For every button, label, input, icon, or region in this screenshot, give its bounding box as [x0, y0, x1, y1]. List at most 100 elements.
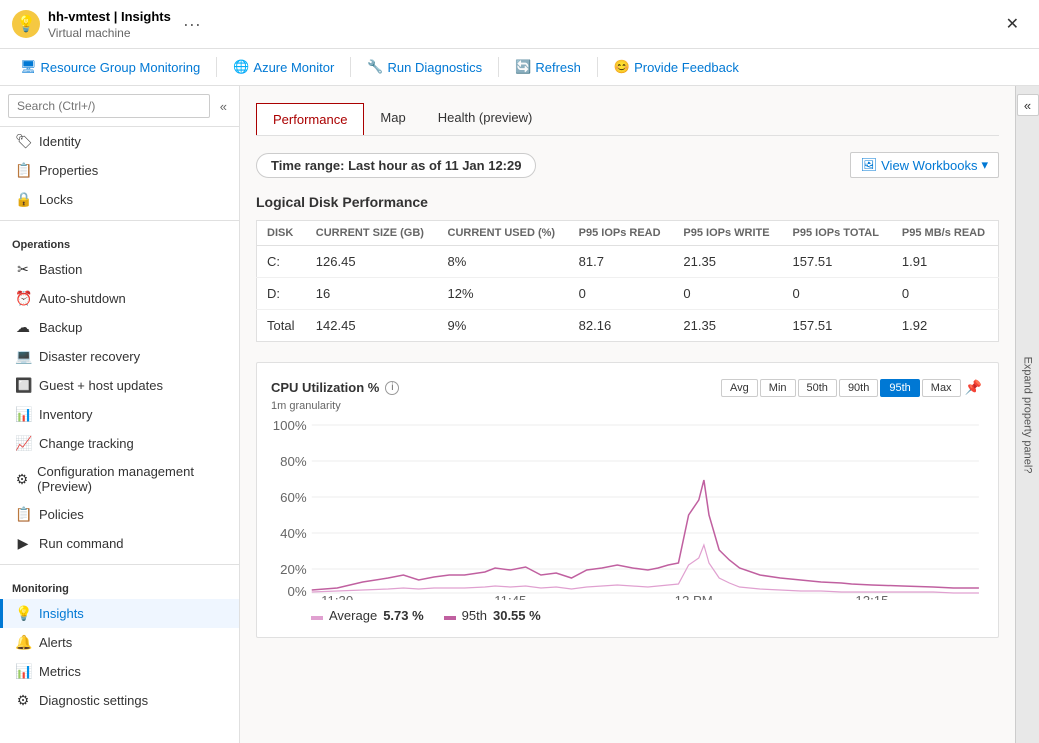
- tabs: Performance Map Health (preview): [256, 102, 999, 136]
- vm-icon: 💡: [12, 10, 40, 38]
- disaster-recovery-icon: 💻: [15, 348, 31, 365]
- main-container: « 🏷 Identity 📋 Properties 🔒 Locks Operat…: [0, 86, 1039, 743]
- diagnostics-icon: 🔧: [367, 59, 383, 75]
- bastion-label: Bastion: [39, 262, 82, 277]
- cell-disk: Total: [257, 310, 306, 342]
- sidebar: « 🏷 Identity 📋 Properties 🔒 Locks Operat…: [0, 86, 240, 743]
- alerts-icon: 🔔: [15, 634, 31, 651]
- sidebar-divider-2: [0, 564, 239, 565]
- run-diagnostics-label: Run Diagnostics: [388, 60, 483, 75]
- sidebar-item-backup[interactable]: ☁ Backup: [0, 313, 239, 342]
- sidebar-search-container: «: [0, 86, 239, 127]
- toolbar: 🖥 Resource Group Monitoring 🌐 Azure Moni…: [0, 49, 1039, 86]
- resource-group-monitoring-button[interactable]: 🖥 Resource Group Monitoring: [12, 55, 208, 79]
- change-tracking-label: Change tracking: [39, 436, 134, 451]
- sidebar-item-identity[interactable]: 🏷 Identity: [0, 127, 239, 156]
- sidebar-item-inventory[interactable]: 📊 Inventory: [0, 400, 239, 429]
- sidebar-item-policies[interactable]: 📋 Policies: [0, 500, 239, 529]
- svg-text:11:30: 11:30: [321, 593, 353, 600]
- search-input[interactable]: [8, 94, 210, 118]
- tab-map[interactable]: Map: [364, 102, 421, 135]
- sidebar-item-guest-host-updates[interactable]: 🔲 Guest + host updates: [0, 371, 239, 400]
- chart-header: CPU Utilization % i Avg Min 50th 90th 95…: [271, 377, 984, 398]
- page-name: Insights: [121, 9, 171, 24]
- azure-monitor-button[interactable]: 🌐 Azure Monitor: [225, 55, 342, 79]
- locks-label: Locks: [39, 192, 73, 207]
- time-range-prefix: Time range:: [271, 158, 348, 173]
- svg-text:20%: 20%: [280, 562, 307, 577]
- cell-iops-write: 0: [673, 278, 782, 310]
- legend-95th-value: 30.55 %: [493, 608, 541, 623]
- cell-used: 8%: [438, 246, 569, 278]
- locks-icon: 🔒: [15, 191, 31, 208]
- chart-granularity: 1m granularity: [271, 400, 984, 412]
- cell-mb-read: 1.91: [892, 246, 999, 278]
- sidebar-item-insights[interactable]: 💡 Insights: [0, 599, 239, 628]
- diagnostic-settings-icon: ⚙: [15, 692, 31, 709]
- toolbar-divider-4: [597, 57, 598, 77]
- sidebar-item-disaster-recovery[interactable]: 💻 Disaster recovery: [0, 342, 239, 371]
- toolbar-divider-3: [498, 57, 499, 77]
- inventory-icon: 📊: [15, 406, 31, 423]
- azure-monitor-icon: 🌐: [233, 59, 249, 75]
- workbooks-icon: 🖼: [861, 157, 878, 173]
- legend-average-value: 5.73 %: [383, 608, 423, 623]
- sidebar-item-bastion[interactable]: ✂ Bastion: [0, 255, 239, 284]
- time-range-value: Last hour as of 11 Jan 12:29: [348, 158, 521, 173]
- svg-text:12:15: 12:15: [855, 593, 888, 600]
- sidebar-item-run-command[interactable]: ▶ Run command: [0, 529, 239, 558]
- tab-health[interactable]: Health (preview): [422, 102, 549, 135]
- col-used: CURRENT USED (%): [438, 221, 569, 246]
- sidebar-item-locks[interactable]: 🔒 Locks: [0, 185, 239, 214]
- cell-iops-read: 0: [569, 278, 674, 310]
- chart-btn-max[interactable]: Max: [922, 379, 961, 397]
- chart-btn-90th[interactable]: 90th: [839, 379, 878, 397]
- sidebar-collapse-button[interactable]: «: [216, 97, 231, 116]
- expand-panel-label: Expand property panel?: [1022, 356, 1034, 473]
- close-button[interactable]: ✕: [998, 10, 1027, 38]
- disaster-recovery-label: Disaster recovery: [39, 349, 140, 364]
- sidebar-item-configuration-management[interactable]: ⚙ Configuration management (Preview): [0, 458, 239, 500]
- disk-table-header-row: DISK CURRENT SIZE (GB) CURRENT USED (%) …: [257, 221, 999, 246]
- refresh-button[interactable]: 🔄 Refresh: [507, 55, 589, 79]
- info-icon[interactable]: i: [385, 381, 399, 395]
- pin-button[interactable]: 📌: [963, 377, 984, 398]
- cell-iops-write: 21.35: [673, 310, 782, 342]
- chart-btn-95th[interactable]: 95th: [880, 379, 919, 397]
- svg-text:12 PM: 12 PM: [675, 593, 713, 600]
- cell-mb-read: 1.92: [892, 310, 999, 342]
- sidebar-item-alerts[interactable]: 🔔 Alerts: [0, 628, 239, 657]
- sidebar-item-properties[interactable]: 📋 Properties: [0, 156, 239, 185]
- cell-size: 126.45: [306, 246, 438, 278]
- view-workbooks-button[interactable]: 🖼 View Workbooks ▾: [850, 152, 999, 178]
- chart-btn-min[interactable]: Min: [760, 379, 796, 397]
- svg-text:100%: 100%: [273, 420, 307, 433]
- sidebar-item-change-tracking[interactable]: 📈 Change tracking: [0, 429, 239, 458]
- feedback-button[interactable]: 😊 Provide Feedback: [606, 55, 747, 79]
- view-workbooks-label: View Workbooks: [881, 158, 977, 173]
- run-diagnostics-button[interactable]: 🔧 Run Diagnostics: [359, 55, 490, 79]
- expand-panel[interactable]: « Expand property panel?: [1015, 86, 1039, 743]
- legend-average-color: [311, 616, 323, 620]
- ellipsis-menu[interactable]: ···: [183, 14, 201, 35]
- bastion-icon: ✂: [15, 261, 31, 278]
- expand-panel-button[interactable]: «: [1017, 94, 1039, 116]
- col-iops-total: P95 IOPs TOTAL: [783, 221, 892, 246]
- col-mb-read: P95 MB/s READ: [892, 221, 999, 246]
- chart-btn-avg[interactable]: Avg: [721, 379, 758, 397]
- chart-btn-50th[interactable]: 50th: [798, 379, 837, 397]
- content-main: Performance Map Health (preview) Time ra…: [240, 86, 1015, 743]
- identity-label: Identity: [39, 134, 81, 149]
- title-bar: 💡 hh-vmtest | Insights Virtual machine ·…: [0, 0, 1039, 49]
- cell-used: 9%: [438, 310, 569, 342]
- cell-disk: C:: [257, 246, 306, 278]
- sidebar-item-diagnostic-settings[interactable]: ⚙ Diagnostic settings: [0, 686, 239, 715]
- metrics-label: Metrics: [39, 664, 81, 679]
- disk-table-title: Logical Disk Performance: [256, 194, 999, 210]
- sidebar-item-auto-shutdown[interactable]: ⏰ Auto-shutdown: [0, 284, 239, 313]
- title-text: hh-vmtest | Insights Virtual machine: [48, 8, 171, 40]
- sidebar-item-metrics[interactable]: 📊 Metrics: [0, 657, 239, 686]
- tab-performance[interactable]: Performance: [256, 103, 364, 135]
- time-range-pill[interactable]: Time range: Last hour as of 11 Jan 12:29: [256, 153, 536, 178]
- title-main: hh-vmtest | Insights: [48, 8, 171, 26]
